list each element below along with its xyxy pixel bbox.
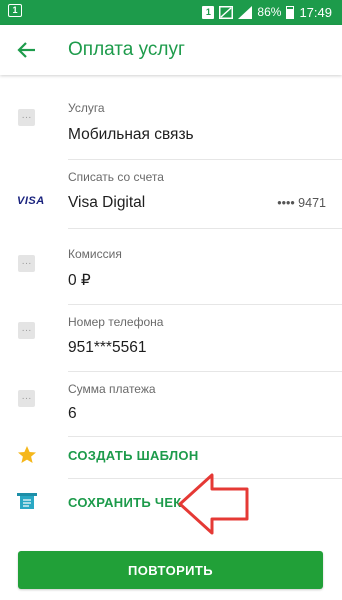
account-value: Visa Digital bbox=[68, 194, 146, 211]
divider bbox=[68, 228, 342, 229]
create-template-button[interactable]: СОЗДАТЬ ШАБЛОН bbox=[68, 448, 199, 463]
ellipsis-icon: ··· bbox=[18, 322, 35, 339]
ellipsis-icon: ··· bbox=[18, 390, 35, 407]
receipt-icon bbox=[17, 493, 37, 509]
divider bbox=[68, 159, 342, 160]
signal-icon bbox=[238, 5, 253, 19]
ellipsis-icon: ··· bbox=[18, 109, 35, 126]
account-label: Списать со счета bbox=[68, 170, 164, 184]
notification-icon: 1 bbox=[8, 4, 22, 17]
status-bar: 1 1 86% 17:49 bbox=[0, 0, 342, 25]
save-receipt-button[interactable]: СОХРАНИТЬ ЧЕК bbox=[68, 495, 182, 510]
commission-value: 0 ₽ bbox=[68, 272, 91, 289]
star-icon bbox=[18, 446, 36, 463]
battery-icon bbox=[286, 5, 295, 19]
page-title: Оплата услуг bbox=[68, 39, 185, 60]
divider bbox=[68, 304, 342, 305]
sim-icon: 1 bbox=[202, 5, 215, 19]
app-toolbar: Оплата услуг bbox=[0, 25, 342, 75]
wifi-off-icon bbox=[219, 5, 234, 19]
phone-value: 951***5561 bbox=[68, 339, 147, 356]
amount-label: Сумма платежа bbox=[68, 382, 156, 396]
ellipsis-icon: ··· bbox=[18, 255, 35, 272]
divider bbox=[68, 436, 342, 437]
visa-logo: VISA bbox=[17, 195, 45, 207]
arrow-pointer-icon bbox=[178, 473, 249, 535]
divider bbox=[68, 371, 342, 372]
commission-label: Комиссия bbox=[68, 247, 122, 261]
status-icons: 1 86% 17:49 bbox=[202, 3, 332, 21]
service-value: Мобильная связь bbox=[68, 126, 194, 143]
service-label: Услуга bbox=[68, 101, 105, 115]
battery-percent: 86% bbox=[257, 5, 282, 19]
repeat-button[interactable]: ПОВТОРИТЬ bbox=[18, 551, 323, 589]
clock: 17:49 bbox=[299, 4, 332, 20]
amount-value: 6 bbox=[68, 405, 77, 422]
phone-label: Номер телефона bbox=[68, 315, 164, 329]
arrow-left-icon[interactable] bbox=[14, 37, 40, 63]
card-number-masked: •••• 9471 bbox=[277, 196, 326, 210]
